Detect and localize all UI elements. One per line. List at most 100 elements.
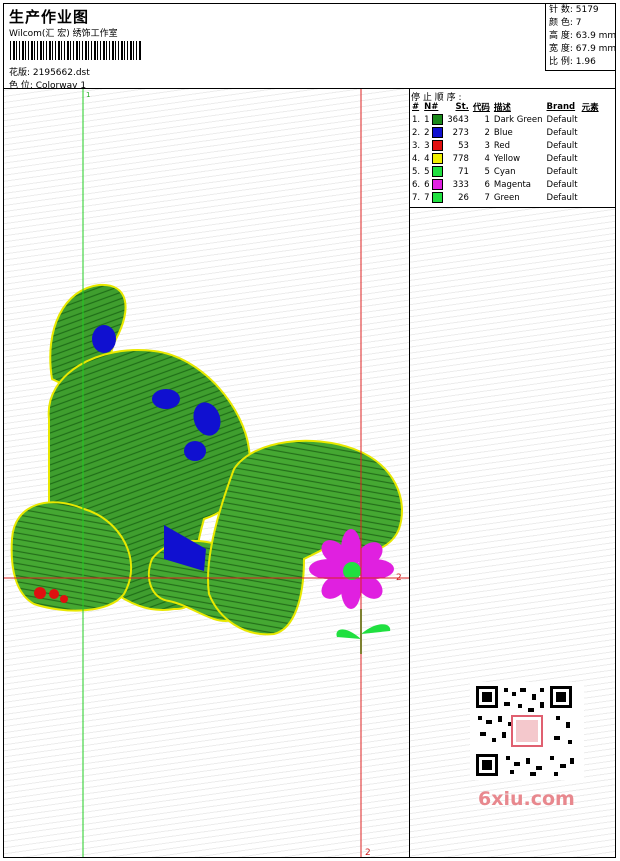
row-index: 4. — [412, 153, 421, 164]
row-desc: Green — [493, 192, 520, 203]
row-stitches: 53 — [458, 140, 469, 151]
row-code: 5 — [484, 166, 490, 177]
row-code: 7 — [484, 192, 490, 203]
row-element — [580, 152, 601, 165]
color-count: 颜 色: 7 — [549, 18, 582, 28]
row-stitches: 3643 — [447, 114, 469, 125]
stop-sequence-table: # N# St. 代码 描述 Brand 元素 1. 1 3643 1 Dark Gr… — [410, 101, 601, 204]
row-stitches: 333 — [452, 179, 469, 190]
color-swatch — [432, 114, 444, 125]
row-brand: Default — [546, 114, 578, 125]
row-index: 3. — [412, 140, 421, 151]
row-brand: Default — [546, 192, 578, 203]
row-desc: Dark Green — [493, 114, 543, 125]
row-needle: 7 — [422, 191, 445, 204]
design-height: 高 度: 63.9 mm — [549, 31, 617, 41]
color-swatch — [432, 153, 444, 164]
row-brand: Default — [546, 140, 578, 151]
color-swatch — [432, 140, 444, 151]
row-brand: Default — [546, 166, 578, 177]
company-name: Wilcom(汇 宏) 绣饰工作室 — [9, 29, 118, 39]
row-needle: 4 — [422, 152, 445, 165]
row-index: 6. — [412, 179, 421, 190]
color-swatch — [432, 192, 444, 203]
row-code: 1 — [484, 114, 490, 125]
design-file: 花版: 2195662.dst — [9, 68, 90, 78]
design-canvas: 1 2 2 — [4, 89, 410, 857]
needle-number: 4 — [424, 154, 430, 164]
row-desc: Yellow — [493, 153, 521, 164]
col-header: 描述 — [493, 103, 511, 113]
row-index: 5. — [412, 166, 421, 177]
stats-box: 针 数: 5179 颜 色: 7 高 度: 63.9 mm 宽 度: 67.9 … — [545, 3, 616, 71]
row-stitches: 273 — [452, 127, 469, 138]
row-stitches: 71 — [458, 166, 469, 177]
blue-spot — [152, 389, 180, 409]
stitch-count: 针 数: 5179 — [549, 5, 599, 15]
row-needle: 5 — [422, 165, 445, 178]
row-code: 4 — [484, 153, 490, 164]
row-brand: Default — [546, 153, 578, 164]
blue-spot — [92, 325, 116, 353]
row-code: 6 — [484, 179, 490, 190]
color-swatch — [432, 179, 444, 190]
guide-label-v2: 2 — [365, 848, 371, 857]
col-header: N# — [424, 102, 439, 112]
table-row: 6. 6 333 6 Magenta Default — [410, 178, 601, 191]
row-element — [580, 139, 601, 152]
tail-ball — [207, 439, 403, 636]
row-brand: Default — [546, 179, 578, 190]
needle-number: 2 — [424, 128, 430, 138]
embroidery-preview: 1 2 2 — [4, 89, 409, 857]
col-header: 元素 — [581, 103, 599, 113]
scale: 比 例: 1.96 — [549, 57, 596, 67]
stop-sequence-header: 停 止 顺 序 : # N# St. 代码 描述 Brand 元素 1. 1 36… — [410, 89, 615, 208]
row-brand: Default — [546, 127, 578, 138]
row-needle: 3 — [422, 139, 445, 152]
col-header: 代码 — [472, 103, 490, 113]
row-element — [580, 191, 601, 204]
needle-number: 3 — [424, 141, 430, 151]
guide-label-v1: 1 — [86, 91, 90, 99]
row-needle: 1 — [422, 113, 445, 126]
row-element — [580, 126, 601, 139]
col-header: Brand — [546, 102, 576, 112]
qr-image — [476, 686, 574, 776]
row-index: 1. — [412, 114, 421, 125]
needle-number: 5 — [424, 167, 430, 177]
col-header: # — [412, 102, 420, 112]
table-row: 5. 5 71 5 Cyan Default — [410, 165, 601, 178]
row-index: 7. — [412, 192, 421, 203]
row-desc: Magenta — [493, 179, 532, 190]
table-row: 1. 1 3643 1 Dark Green Default — [410, 113, 601, 126]
row-needle: 6 — [422, 178, 445, 191]
col-header: St. — [455, 102, 469, 112]
table-row: 7. 7 26 7 Green Default — [410, 191, 601, 204]
row-element — [580, 178, 601, 191]
watermark: 6xiu.com — [478, 788, 575, 810]
row-code: 3 — [484, 140, 490, 151]
needle-number: 6 — [424, 180, 430, 190]
needle-number: 1 — [424, 115, 430, 125]
row-element — [580, 165, 601, 178]
row-element — [580, 113, 601, 126]
flower — [309, 529, 394, 654]
page-title: 生产作业图 — [9, 8, 90, 26]
color-swatch — [432, 166, 444, 177]
red-dot — [60, 595, 68, 603]
red-dot — [34, 587, 46, 599]
row-stitches: 26 — [458, 192, 469, 203]
table-row: 3. 3 53 3 Red Default — [410, 139, 601, 152]
table-row: 4. 4 778 4 Yellow Default — [410, 152, 601, 165]
needle-number: 7 — [424, 193, 430, 203]
row-desc: Cyan — [493, 166, 516, 177]
row-needle: 2 — [422, 126, 445, 139]
header: 生产作业图 Wilcom(汇 宏) 绣饰工作室 花版: 2195662.dst … — [3, 3, 616, 91]
row-desc: Blue — [493, 127, 513, 138]
row-index: 2. — [412, 127, 421, 138]
table-row: 2. 2 273 2 Blue Default — [410, 126, 601, 139]
barcode — [10, 41, 142, 60]
design-width: 宽 度: 67.9 mm — [549, 44, 617, 54]
guide-label-h: 2 — [396, 573, 402, 583]
qr-code — [470, 682, 584, 780]
